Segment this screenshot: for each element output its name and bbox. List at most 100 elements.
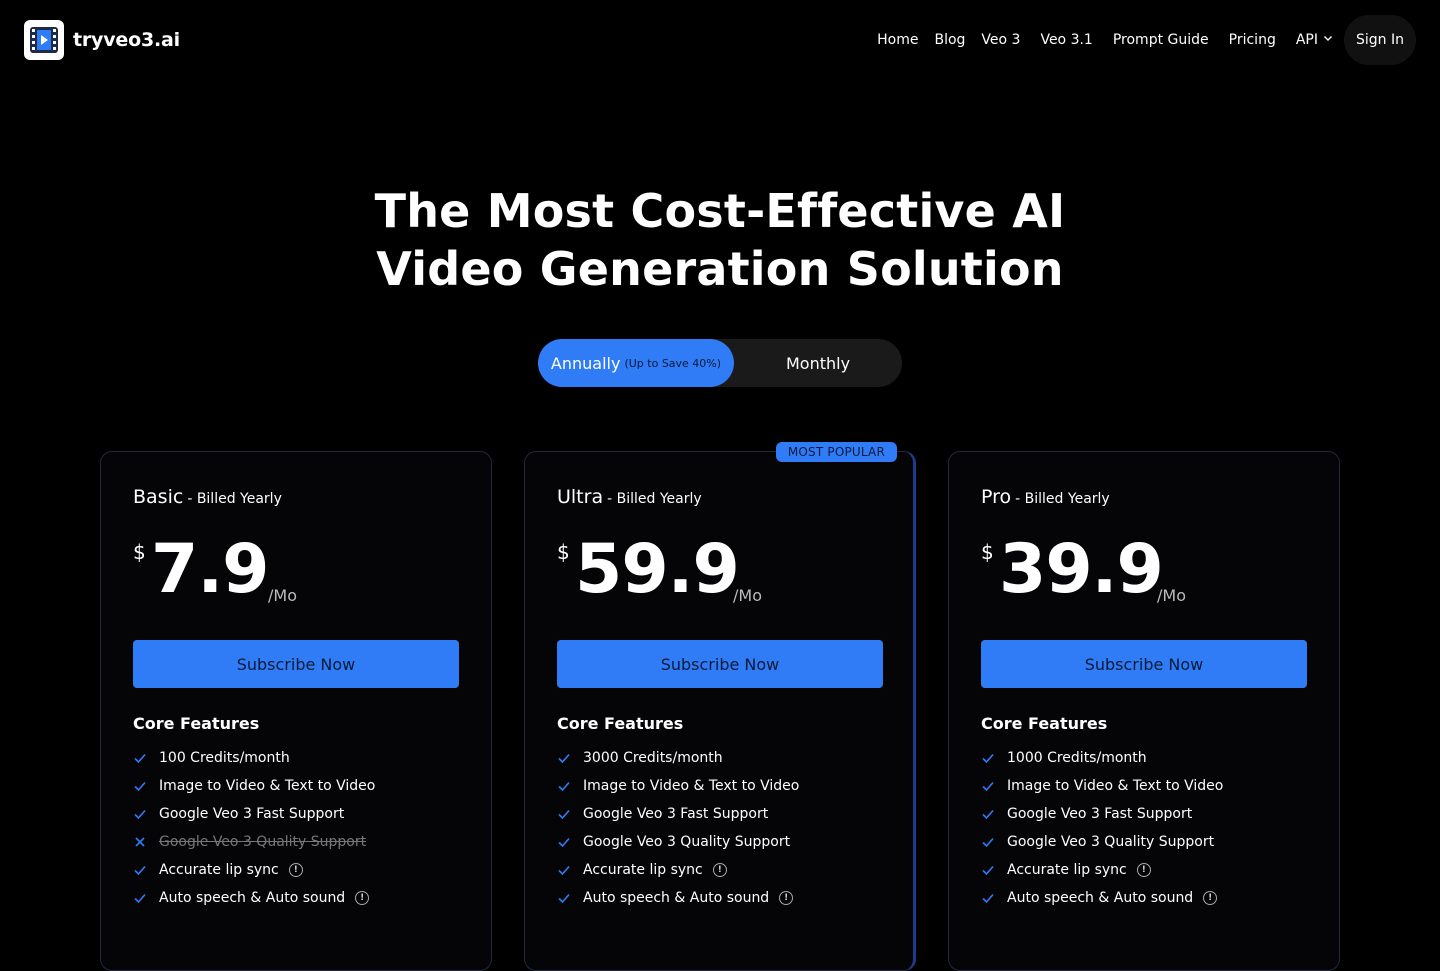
- feature-text: Google Veo 3 Fast Support: [1007, 806, 1193, 822]
- feature-item: 3000 Credits/month: [557, 744, 799, 772]
- info-icon[interactable]: !: [1136, 863, 1151, 877]
- feature-text: Auto speech & Auto sound: [583, 890, 770, 906]
- feature-item: Google Veo 3 Quality Support: [133, 828, 375, 856]
- check-icon: [557, 779, 583, 793]
- plan-billing: - Billed Yearly: [607, 491, 702, 507]
- nav-pricing[interactable]: Pricing: [1229, 32, 1276, 48]
- subscribe-button[interactable]: Subscribe Now: [557, 640, 883, 688]
- info-icon[interactable]: !: [288, 863, 303, 877]
- x-icon: [133, 835, 159, 849]
- check-icon: [133, 891, 159, 905]
- plan-name: Pro: [981, 486, 1012, 508]
- check-icon: [557, 891, 583, 905]
- feature-text: Image to Video & Text to Video: [583, 778, 800, 794]
- check-icon: [133, 863, 159, 877]
- feature-text: Image to Video & Text to Video: [1007, 778, 1224, 794]
- feature-list: 1000 Credits/month Image to Video & Text…: [981, 744, 1223, 912]
- info-icon[interactable]: !: [355, 891, 370, 905]
- price-period: /Mo: [268, 586, 297, 605]
- logo[interactable]: tryveo3.ai: [24, 20, 180, 60]
- currency-symbol: $: [133, 540, 146, 564]
- features-title: Core Features: [981, 714, 1108, 733]
- pricing-card-pro: Pro - Billed Yearly $ 39.9 /Mo Subscribe…: [948, 451, 1340, 971]
- check-icon: [133, 751, 159, 765]
- monthly-option[interactable]: Monthly: [734, 339, 902, 387]
- features-title: Core Features: [557, 714, 684, 733]
- feature-item: Image to Video & Text to Video: [981, 772, 1223, 800]
- nav-veo31[interactable]: Veo 3.1: [1040, 32, 1092, 48]
- feature-item: Accurate lip sync!: [557, 856, 799, 884]
- feature-item: Image to Video & Text to Video: [557, 772, 799, 800]
- feature-text: Accurate lip sync: [583, 862, 703, 878]
- nav-home[interactable]: Home: [877, 32, 918, 48]
- price-amount: 39.9: [999, 530, 1164, 609]
- nav-api-label: API: [1295, 32, 1318, 48]
- check-icon: [981, 835, 1007, 849]
- feature-text: Image to Video & Text to Video: [159, 778, 376, 794]
- feature-text: Google Veo 3 Quality Support: [1007, 834, 1215, 850]
- feature-text: 100 Credits/month: [159, 750, 290, 766]
- feature-item: Google Veo 3 Fast Support: [981, 800, 1223, 828]
- check-icon: [557, 807, 583, 821]
- feature-item: 1000 Credits/month: [981, 744, 1223, 772]
- feature-text: Auto speech & Auto sound: [159, 890, 346, 906]
- feature-text: Google Veo 3 Fast Support: [583, 806, 769, 822]
- sign-in-button[interactable]: Sign In: [1344, 15, 1416, 65]
- feature-text: Google Veo 3 Fast Support: [159, 806, 345, 822]
- check-icon: [981, 751, 1007, 765]
- nav-veo3[interactable]: Veo 3: [981, 32, 1020, 48]
- currency-symbol: $: [981, 540, 994, 564]
- nav-api[interactable]: API: [1296, 32, 1334, 48]
- price-period: /Mo: [1157, 586, 1186, 605]
- check-icon: [557, 835, 583, 849]
- billing-toggle: Annually (Up to Save 40%) Monthly: [538, 339, 902, 387]
- annual-label: Annually: [550, 353, 621, 373]
- check-icon: [981, 779, 1007, 793]
- check-icon: [133, 807, 159, 821]
- feature-list: 100 Credits/month Image to Video & Text …: [133, 744, 375, 912]
- price-amount: 59.9: [575, 530, 740, 609]
- feature-item: Google Veo 3 Fast Support: [557, 800, 799, 828]
- check-icon: [133, 779, 159, 793]
- feature-item: Accurate lip sync!: [981, 856, 1223, 884]
- feature-text: Auto speech & Auto sound: [1007, 890, 1194, 906]
- feature-list: 3000 Credits/month Image to Video & Text…: [557, 744, 799, 912]
- feature-item: Google Veo 3 Quality Support: [557, 828, 799, 856]
- subscribe-button[interactable]: Subscribe Now: [133, 640, 459, 688]
- plan-name: Basic: [133, 486, 184, 508]
- site-header: tryveo3.ai Home Blog Veo 3 Veo 3.1 Promp…: [0, 0, 1440, 80]
- check-icon: [557, 751, 583, 765]
- chevron-down-icon: [1322, 32, 1334, 48]
- pricing-card-ultra: MOST POPULAR Ultra - Billed Yearly $ 59.…: [524, 442, 916, 971]
- plan-name: Ultra: [557, 486, 604, 508]
- feature-item: Google Veo 3 Fast Support: [133, 800, 375, 828]
- most-popular-badge: MOST POPULAR: [775, 442, 897, 462]
- nav-prompt-guide[interactable]: Prompt Guide: [1113, 32, 1209, 48]
- plan-billing: - Billed Yearly: [187, 491, 282, 507]
- page-title: The Most Cost-Effective AI Video Generat…: [0, 182, 1440, 298]
- features-title: Core Features: [133, 714, 260, 733]
- logo-text: tryveo3.ai: [73, 29, 180, 51]
- nav-blog[interactable]: Blog: [934, 32, 965, 48]
- plan-header: Ultra - Billed Yearly: [557, 486, 702, 508]
- feature-item: Auto speech & Auto sound!: [557, 884, 799, 912]
- video-logo-icon: [24, 20, 64, 60]
- annual-option[interactable]: Annually (Up to Save 40%): [538, 339, 734, 387]
- feature-item: Google Veo 3 Quality Support: [981, 828, 1223, 856]
- check-icon: [981, 807, 1007, 821]
- title-line-2: Video Generation Solution: [376, 242, 1064, 296]
- feature-item: Accurate lip sync!: [133, 856, 375, 884]
- info-icon[interactable]: !: [779, 891, 794, 905]
- plan-billing: - Billed Yearly: [1015, 491, 1110, 507]
- info-icon[interactable]: !: [712, 863, 727, 877]
- feature-text: Accurate lip sync: [159, 862, 279, 878]
- feature-text: 3000 Credits/month: [583, 750, 723, 766]
- feature-item: Auto speech & Auto sound!: [133, 884, 375, 912]
- feature-text: 1000 Credits/month: [1007, 750, 1147, 766]
- plan-header: Basic - Billed Yearly: [133, 486, 282, 508]
- check-icon: [557, 863, 583, 877]
- check-icon: [981, 891, 1007, 905]
- subscribe-button[interactable]: Subscribe Now: [981, 640, 1307, 688]
- info-icon[interactable]: !: [1203, 891, 1218, 905]
- price-period: /Mo: [733, 586, 762, 605]
